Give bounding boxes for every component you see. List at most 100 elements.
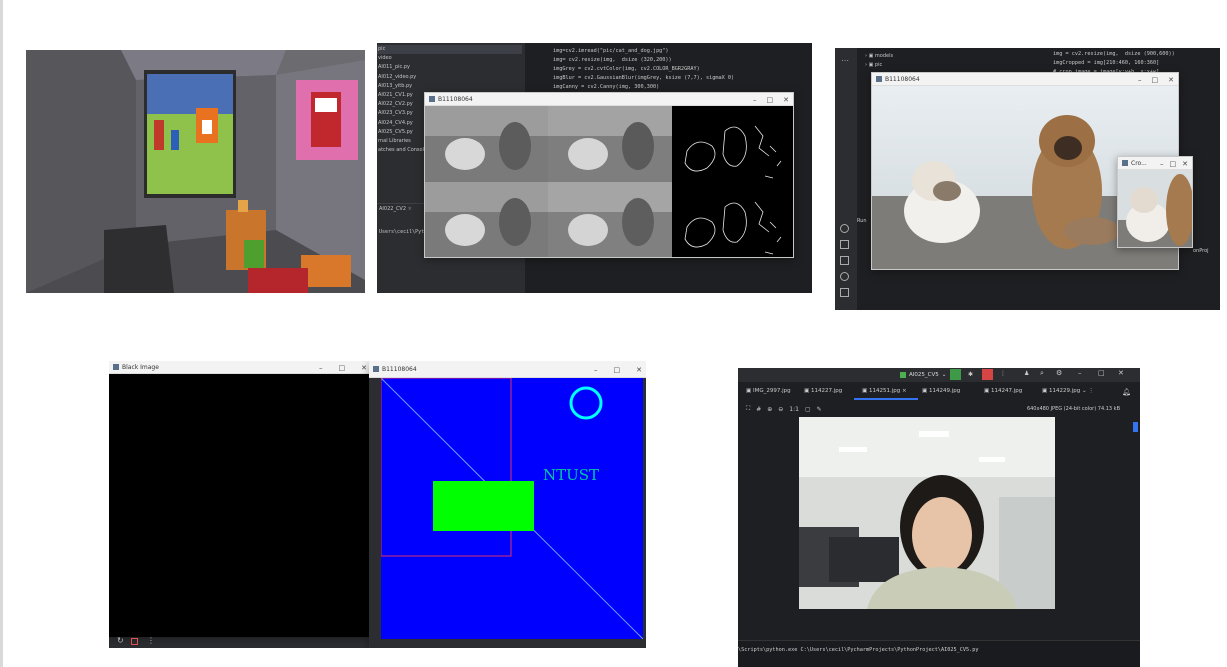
minimize-icon[interactable]: – — [753, 96, 757, 104]
terminal-icon[interactable] — [840, 288, 849, 297]
rerun-icon[interactable]: ↻ — [117, 636, 124, 645]
black-image-window[interactable]: Black Image – □ ✕ — [109, 361, 371, 637]
maximize-icon[interactable]: □ — [339, 364, 346, 372]
tree-item[interactable]: AI025_CV5.py — [378, 128, 430, 137]
code-line: img= cv2.resize(img, dsize (320,200)) — [553, 57, 672, 63]
window-title: B11108064 — [382, 365, 417, 373]
grid-icon[interactable]: # — [756, 406, 761, 413]
zoom-level[interactable]: 1:1 — [789, 406, 799, 413]
code-line: imgBlur = cv2.GaussianBlur(imgGrey, ksiz… — [553, 75, 735, 81]
image-info: 640x480 JPEG (24-bit color) 74.13 kB — [1026, 406, 1120, 412]
tree-item[interactable]: AI022_CV2.py — [378, 100, 430, 109]
tab-114247[interactable]: ▣ 114247.jpg — [976, 388, 1034, 394]
tree-folder-models[interactable]: › ▣ models — [865, 52, 893, 61]
close-icon[interactable]: ✕ — [783, 96, 789, 104]
minimize-icon[interactable]: – — [594, 366, 598, 374]
slide-edge — [0, 0, 3, 667]
blue-drawing-window[interactable]: B11108064 – □ ✕ NTUST — [369, 361, 646, 648]
project-tree-2: › ▣ models › ▣ pic — [865, 52, 893, 70]
tab-114229[interactable]: ▣ 114229.jpg ⌄ ⋮ — [1034, 388, 1098, 394]
bell-icon[interactable]: 🔔︎ — [1122, 388, 1131, 396]
minimize-icon[interactable]: – — [1138, 76, 1142, 84]
close-icon[interactable]: ✕ — [636, 366, 642, 374]
maximize-icon[interactable]: □ — [767, 96, 774, 104]
code-line: imgCropped = img[210:460, 160:360] — [1053, 60, 1160, 66]
search-icon[interactable]: ⌕ — [1040, 369, 1044, 378]
tree-item[interactable]: pic — [378, 45, 430, 54]
window-titlebar[interactable]: B11108064 – □ ✕ — [872, 73, 1178, 86]
terminal-output: \Scripts\python.exe C:\Users\cecil\Pycha… — [738, 647, 979, 653]
zoom-out-icon[interactable]: ⊖ — [778, 406, 783, 413]
stop-button[interactable] — [982, 369, 993, 380]
more-icon[interactable]: ⋮ — [147, 636, 155, 645]
tree-item[interactable]: video — [378, 54, 430, 63]
crop-window[interactable]: Cro... – □ ✕ — [1117, 156, 1193, 248]
tree-item[interactable]: atches and Consoles — [378, 146, 430, 155]
window-title: Black Image — [122, 363, 159, 371]
background-icon[interactable]: ▢ — [805, 406, 811, 413]
green-rectangle — [433, 481, 534, 531]
code-editor[interactable]: img=cv2.imread("pic/cat_and_dog.jpg")img… — [553, 47, 734, 92]
close-icon[interactable]: ✕ — [1182, 160, 1188, 168]
gear-icon[interactable]: ⚙ — [1056, 369, 1062, 377]
code-line: imgCanny = cv2.Canny(img, 300,300) — [553, 84, 660, 90]
image-grid — [425, 106, 793, 257]
tree-item[interactable]: AI012_video.py — [378, 73, 430, 82]
maximize-icon[interactable]: □ — [1170, 160, 1177, 168]
more-icon[interactable]: ⋮ — [1000, 370, 1006, 377]
stop-icon[interactable] — [131, 638, 138, 645]
editor-tabs: ▣ IMG_2997.jpg ▣ 114227.jpg ▣ 114251.jpg… — [738, 382, 1128, 400]
black-canvas — [109, 374, 371, 637]
tree-item[interactable]: rnal Libraries — [378, 137, 430, 146]
minimize-icon[interactable]: – — [1160, 160, 1164, 168]
window-titlebar[interactable]: Cro... – □ ✕ — [1118, 157, 1192, 170]
close-icon[interactable]: ✕ — [1118, 369, 1124, 377]
tab-114251[interactable]: ▣ 114251.jpg × — [854, 382, 918, 400]
app-icon — [876, 76, 882, 82]
maximize-icon[interactable]: □ — [1152, 76, 1159, 84]
tab-IMG_2997[interactable]: ▣ IMG_2997.jpg — [738, 388, 796, 394]
tree-item[interactable]: AI011_pic.py — [378, 63, 430, 72]
tab-114227[interactable]: ▣ 114227.jpg — [796, 388, 854, 394]
services-icon[interactable] — [840, 272, 849, 281]
side-text: onProj — [1193, 248, 1209, 254]
fit-icon[interactable]: ⛶ — [746, 405, 750, 413]
close-icon[interactable]: ✕ — [361, 364, 367, 372]
ide-crop-screenshot: ⋯ › ▣ models › ▣ pic img = cv2.resize(img… — [835, 48, 1220, 310]
minimize-icon[interactable]: – — [1078, 369, 1082, 377]
maximize-icon[interactable]: □ — [614, 366, 621, 374]
more-icon[interactable]: ⋯ — [841, 56, 849, 65]
cropped-photo — [1118, 170, 1192, 247]
window-titlebar[interactable]: Black Image – □ ✕ — [109, 361, 371, 374]
game-screenshot — [26, 50, 365, 293]
tree-item[interactable]: AI021_CV1.py — [378, 91, 430, 100]
zoom-in-icon[interactable]: ⊕ — [767, 406, 772, 413]
close-icon[interactable]: ✕ — [1168, 76, 1174, 84]
tab-114249[interactable]: ▣ 114249.jpg — [918, 388, 976, 394]
tree-item[interactable]: AI013_yitb.py — [378, 82, 430, 91]
grey-image-tl — [425, 106, 548, 182]
debug-icon[interactable]: ✱ — [968, 371, 973, 378]
grey-image-tr — [548, 106, 672, 182]
run-icon[interactable] — [840, 224, 849, 233]
canny-window[interactable]: B11108064 – □ ✕ — [424, 92, 794, 258]
tree-item[interactable]: AI024_CV4.py — [378, 119, 430, 128]
maximize-icon[interactable]: □ — [1098, 369, 1105, 377]
image-toolbar: ⛶ # ⊕ ⊖ 1:1 ▢ ✎ 640x480 JPEG (24-bit col… — [738, 402, 1126, 416]
window-titlebar[interactable]: B11108064 – □ ✕ — [425, 93, 793, 106]
drawing-screenshot: Black Image –□✕ ↻ ⋮ i 1 1 c 1 1 c c c c … — [109, 361, 646, 648]
slide-page: pic video AI011_pic.py AI012_video.py AI013_… — [0, 0, 1227, 667]
pipette-icon[interactable]: ✎ — [817, 406, 822, 413]
debug-icon[interactable] — [840, 240, 849, 249]
layers-icon[interactable] — [840, 256, 849, 265]
window-titlebar[interactable]: B11108064 – □ ✕ — [369, 361, 646, 378]
run-button[interactable] — [950, 369, 961, 380]
project-badge[interactable]: AI025_CV5 ⌄ — [900, 370, 946, 380]
tool-strip: ⋯ — [835, 48, 857, 310]
app-icon — [373, 366, 379, 372]
code-line: img=cv2.imread("pic/cat_and_dog.jpg") — [553, 48, 669, 54]
user-icon[interactable]: ♟ — [1024, 370, 1029, 377]
tree-item[interactable]: AI023_CV3.py — [378, 109, 430, 118]
tree-folder-pic[interactable]: › ▣ pic — [865, 61, 893, 70]
minimize-icon[interactable]: – — [319, 364, 323, 372]
